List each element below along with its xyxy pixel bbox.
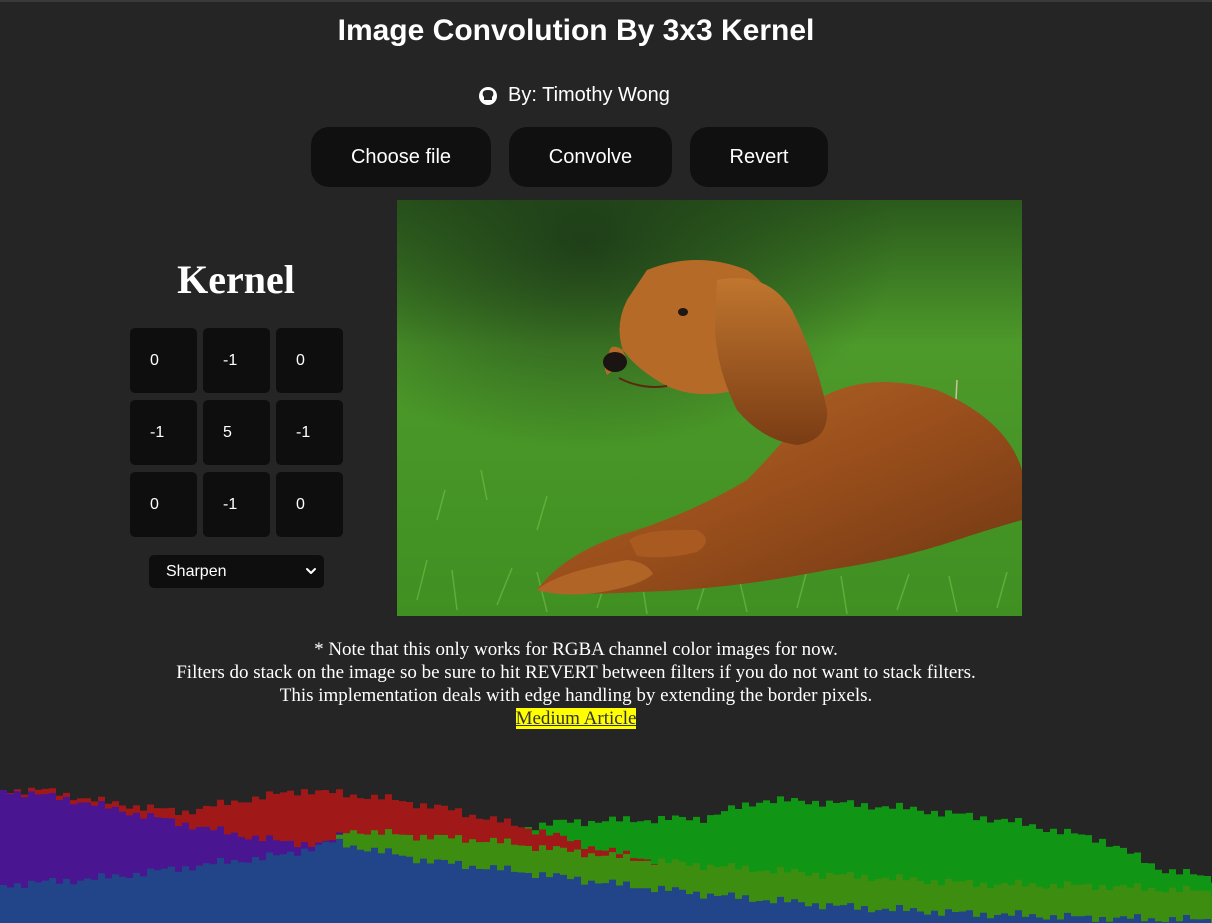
author-link[interactable]: By: Timothy Wong <box>478 84 670 107</box>
top-border <box>0 0 1212 2</box>
note-line-1: * Note that this only works for RGBA cha… <box>314 639 838 660</box>
kernel-preset-select[interactable]: Sharpen <box>149 555 324 588</box>
note-line-3: This implementation deals with edge hand… <box>279 685 873 706</box>
convolve-button[interactable]: Convolve <box>509 127 672 187</box>
image-preview <box>397 200 1022 616</box>
page-title: Image Convolution By 3x3 Kernel <box>337 14 815 47</box>
kernel-cell-0-2[interactable] <box>276 328 343 393</box>
medium-article-link[interactable]: Medium Article <box>515 708 637 729</box>
kernel-cell-2-0[interactable] <box>130 472 197 537</box>
kernel-title: Kernel <box>177 257 295 302</box>
kernel-cell-1-1[interactable] <box>203 400 270 465</box>
github-icon <box>478 86 498 106</box>
kernel-cell-2-1[interactable] <box>203 472 270 537</box>
kernel-cell-1-2[interactable] <box>276 400 343 465</box>
chevron-down-icon <box>304 564 318 583</box>
color-histogram <box>0 760 1212 923</box>
choose-file-button[interactable]: Choose file <box>311 127 491 187</box>
kernel-cell-1-0[interactable] <box>130 400 197 465</box>
kernel-grid <box>130 328 343 537</box>
kernel-preset-value: Sharpen <box>166 562 227 580</box>
note-line-2: Filters do stack on the image so be sure… <box>176 662 976 683</box>
author-name: By: Timothy Wong <box>508 84 670 106</box>
notes: * Note that this only works for RGBA cha… <box>0 638 1152 730</box>
kernel-cell-0-0[interactable] <box>130 328 197 393</box>
kernel-cell-0-1[interactable] <box>203 328 270 393</box>
revert-button[interactable]: Revert <box>690 127 828 187</box>
kernel-cell-2-2[interactable] <box>276 472 343 537</box>
